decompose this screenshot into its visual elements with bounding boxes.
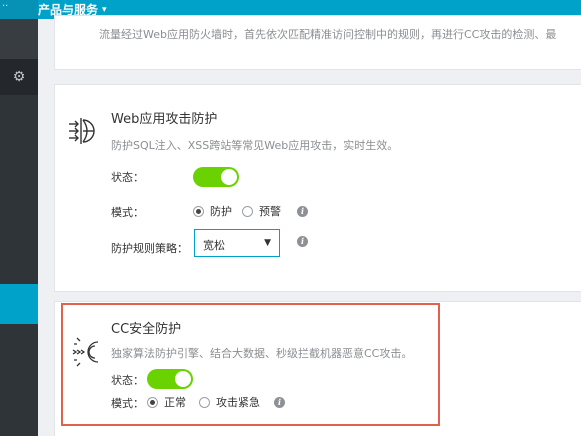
info-icon[interactable]: i <box>297 236 308 247</box>
access-control-card: 流量经过Web应用防火墙时，首先依次匹配精准访问控制中的规则，再进行CC攻击的检… <box>54 15 581 70</box>
chevron-down-icon: ▾ <box>102 4 107 15</box>
waf-mode-option-alert: 预警 <box>259 205 281 218</box>
dropdown-arrow-icon: ▼ <box>264 238 271 248</box>
radio-unchecked-icon <box>242 205 253 217</box>
sidebar-item-settings[interactable]: ⚙ <box>0 59 38 95</box>
info-icon[interactable]: i <box>297 206 308 217</box>
waf-description: 防护SQL注入、XSS跨站等常见Web应用攻击，实时生效。 <box>111 139 399 152</box>
waf-mode-radio-alert[interactable]: 预警 <box>242 203 281 219</box>
waf-policy-value: 宽松 <box>203 239 225 252</box>
menu-dots-icon: ·· <box>2 1 9 12</box>
waf-status-label: 状态： <box>111 171 144 184</box>
gear-icon: ⚙ <box>12 69 26 85</box>
web-shield-icon <box>69 118 95 144</box>
waf-policy-select[interactable]: 宽松 ▼ <box>194 229 280 257</box>
waf-policy-label: 防护规则策略： <box>111 242 188 255</box>
sidebar: ⚙ <box>0 19 38 436</box>
waf-protection-card: Web应用攻击防护 防护SQL注入、XSS跨站等常见Web应用攻击，实时生效。 … <box>54 84 581 292</box>
highlight-box <box>61 303 440 426</box>
waf-mode-option-protect: 防护 <box>210 205 232 218</box>
toggle-knob <box>221 169 237 185</box>
access-control-description: 流量经过Web应用防火墙时，首先依次匹配精准访问控制中的规则，再进行CC攻击的检… <box>99 28 557 41</box>
waf-mode-label: 模式： <box>111 206 144 219</box>
waf-mode-radio-protect[interactable]: 防护 <box>193 203 232 219</box>
radio-checked-icon <box>193 205 204 217</box>
waf-status-toggle[interactable] <box>193 167 239 187</box>
top-left-block[interactable]: ·· <box>0 0 38 19</box>
sidebar-item-top[interactable] <box>0 19 38 59</box>
sidebar-item-active[interactable] <box>0 284 38 324</box>
waf-title: Web应用攻击防护 <box>111 112 218 127</box>
